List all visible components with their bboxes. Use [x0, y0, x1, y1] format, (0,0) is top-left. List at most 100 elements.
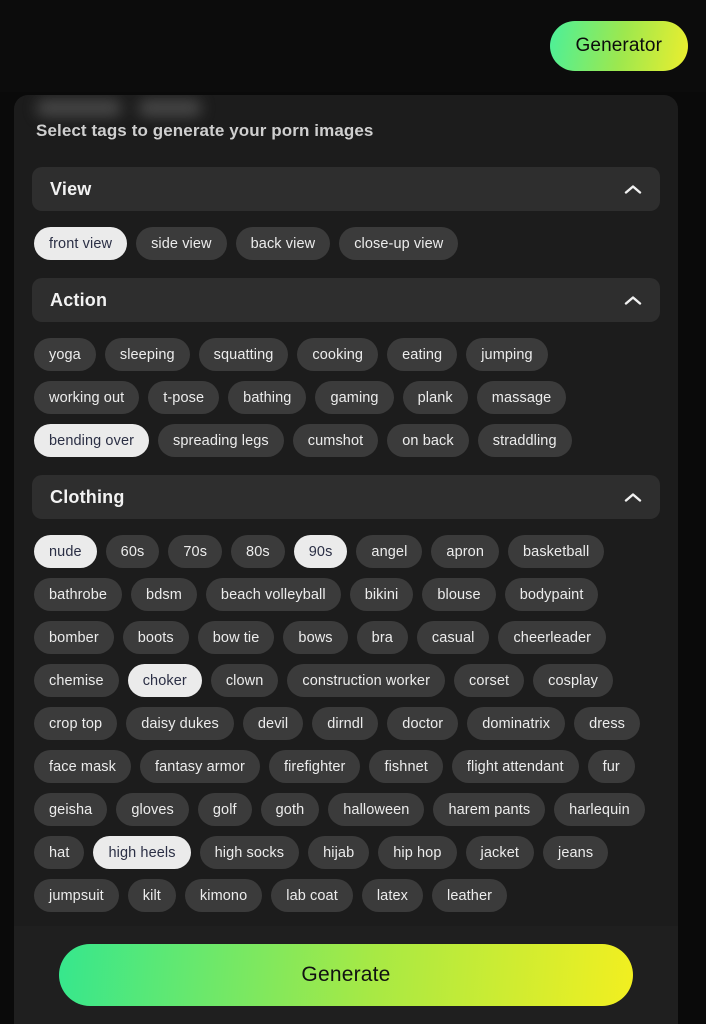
blurred-overflow-content: [36, 99, 202, 117]
tag-chip[interactable]: gloves: [116, 793, 189, 826]
tag-chip[interactable]: kimono: [184, 879, 263, 912]
tag-chip[interactable]: bikini: [349, 578, 414, 611]
tag-chip[interactable]: high heels: [93, 836, 191, 869]
chevron-up-icon[interactable]: [624, 295, 642, 306]
tag-chip[interactable]: 80s: [231, 535, 285, 568]
tag-chip[interactable]: angel: [356, 535, 423, 568]
tag-chip[interactable]: plank: [402, 381, 468, 414]
tag-chip[interactable]: jumpsuit: [34, 879, 119, 912]
tag-sections-scroll-area[interactable]: View front view side view back view close-up…: [14, 167, 678, 1024]
tag-chip[interactable]: bathrobe: [34, 578, 123, 611]
tag-chip[interactable]: on back: [387, 424, 469, 457]
tag-chip[interactable]: corset: [454, 664, 525, 697]
tag-chip[interactable]: high socks: [199, 836, 300, 869]
tag-chip[interactable]: casual: [416, 621, 490, 654]
tag-chip[interactable]: daisy dukes: [126, 707, 234, 740]
tag-chip[interactable]: clown: [210, 664, 279, 697]
tag-chip[interactable]: golf: [197, 793, 252, 826]
section-title-action: Action: [50, 289, 108, 310]
tag-chip[interactable]: harlequin: [554, 793, 645, 826]
tag-chip[interactable]: beach volleyball: [205, 578, 341, 611]
tag-chip[interactable]: bdsm: [131, 578, 197, 611]
tag-chip[interactable]: cumshot: [292, 424, 379, 457]
tag-chip[interactable]: t-pose: [148, 381, 220, 414]
tag-chip[interactable]: jeans: [543, 836, 609, 869]
tag-chip[interactable]: hat: [34, 836, 85, 869]
tag-chip[interactable]: harem pants: [433, 793, 546, 826]
tag-chip[interactable]: straddling: [477, 424, 572, 457]
tag-chip[interactable]: front view: [34, 227, 128, 260]
tag-chip[interactable]: construction worker: [287, 664, 446, 697]
generate-button[interactable]: Generate: [59, 944, 633, 1006]
chevron-up-icon[interactable]: [624, 184, 642, 195]
tag-chip[interactable]: massage: [476, 381, 567, 414]
tag-group-action: yoga sleeping squatting cooking eating jumpin…: [32, 322, 660, 459]
top-bar: Generator: [0, 0, 706, 92]
tag-chip[interactable]: back view: [235, 227, 331, 260]
tag-chip[interactable]: dominatrix: [467, 707, 566, 740]
tag-chip[interactable]: cheerleader: [498, 621, 607, 654]
tag-chip[interactable]: fantasy armor: [139, 750, 260, 783]
section-title-view: View: [50, 178, 92, 199]
tag-chip[interactable]: bra: [356, 621, 408, 654]
tag-chip[interactable]: goth: [260, 793, 320, 826]
tag-chip[interactable]: kilt: [127, 879, 176, 912]
tag-chip[interactable]: hip hop: [378, 836, 457, 869]
tag-chip[interactable]: gaming: [315, 381, 394, 414]
tag-chip[interactable]: dirndl: [312, 707, 379, 740]
tag-chip[interactable]: fishnet: [369, 750, 443, 783]
tag-chip[interactable]: 60s: [105, 535, 160, 568]
tag-chip[interactable]: basketball: [508, 535, 605, 568]
tag-chip[interactable]: lab coat: [271, 879, 353, 912]
tag-chip[interactable]: close-up view: [339, 227, 459, 260]
tag-chip[interactable]: side view: [136, 227, 227, 260]
tag-chip[interactable]: geisha: [34, 793, 108, 826]
blurred-chip-2: [138, 99, 202, 117]
tag-chip[interactable]: halloween: [328, 793, 425, 826]
tag-chip[interactable]: 70s: [168, 535, 223, 568]
tag-chip[interactable]: dress: [574, 707, 641, 740]
tag-group-view: front view side view back view close-up vie…: [32, 211, 660, 262]
tag-chip[interactable]: bodypaint: [504, 578, 599, 611]
tag-chip[interactable]: choker: [127, 664, 202, 697]
tag-chip[interactable]: leather: [432, 879, 508, 912]
tag-chip[interactable]: yoga: [34, 338, 96, 371]
tag-chip[interactable]: working out: [34, 381, 140, 414]
tag-chip[interactable]: spreading legs: [158, 424, 284, 457]
tag-chip[interactable]: squatting: [198, 338, 289, 371]
tag-chip[interactable]: chemise: [34, 664, 119, 697]
tag-chip[interactable]: jacket: [465, 836, 534, 869]
tag-chip[interactable]: bomber: [34, 621, 114, 654]
section-header-view[interactable]: View: [32, 167, 660, 211]
tag-chip[interactable]: apron: [431, 535, 499, 568]
tag-chip[interactable]: hijab: [308, 836, 370, 869]
tag-chip[interactable]: crop top: [34, 707, 118, 740]
tag-chip[interactable]: doctor: [387, 707, 459, 740]
tag-chip[interactable]: face mask: [34, 750, 131, 783]
panel-title: Select tags to generate your porn images: [36, 121, 374, 140]
tag-chip[interactable]: fur: [587, 750, 635, 783]
tag-chip[interactable]: nude: [34, 535, 97, 568]
tag-chip[interactable]: boots: [122, 621, 189, 654]
tag-chip[interactable]: bows: [283, 621, 348, 654]
tag-chip[interactable]: flight attendant: [451, 750, 579, 783]
tag-chip[interactable]: cooking: [297, 338, 379, 371]
tag-chip[interactable]: jumping: [466, 338, 548, 371]
tag-chip[interactable]: devil: [242, 707, 304, 740]
section-header-action[interactable]: Action: [32, 278, 660, 322]
chevron-up-icon[interactable]: [624, 492, 642, 503]
tag-chip[interactable]: bending over: [34, 424, 150, 457]
tag-chip[interactable]: sleeping: [104, 338, 190, 371]
tag-chip[interactable]: firefighter: [268, 750, 361, 783]
tag-chip[interactable]: eating: [387, 338, 458, 371]
tag-chip[interactable]: latex: [361, 879, 423, 912]
tag-chip[interactable]: blouse: [422, 578, 496, 611]
tag-chip[interactable]: bow tie: [197, 621, 275, 654]
generator-button[interactable]: Generator: [549, 21, 688, 71]
tag-chip[interactable]: 90s: [293, 535, 348, 568]
blurred-chip-1: [36, 99, 122, 117]
bottom-action-bar: Generate: [14, 926, 678, 1024]
tag-chip[interactable]: bathing: [228, 381, 307, 414]
tag-chip[interactable]: cosplay: [533, 664, 613, 697]
section-header-clothing[interactable]: Clothing: [32, 475, 660, 519]
